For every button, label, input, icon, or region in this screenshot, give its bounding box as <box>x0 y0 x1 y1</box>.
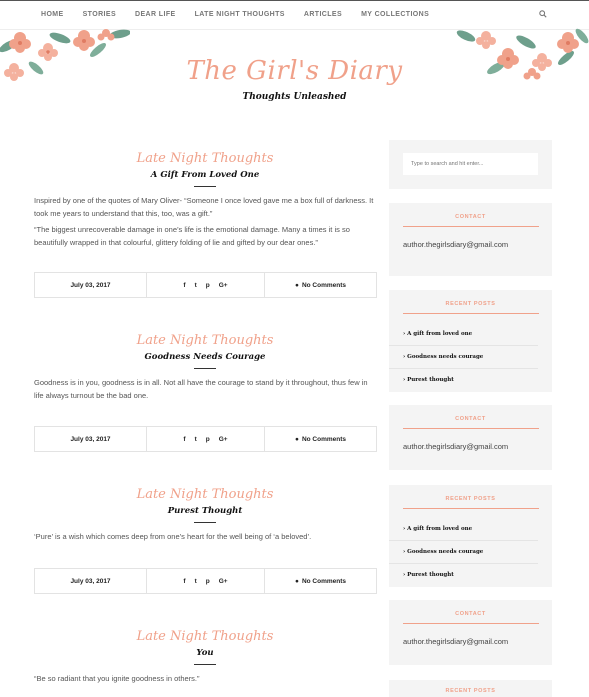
nav-item-dear-life[interactable]: DEAR LIFE <box>135 11 176 18</box>
twitter-icon[interactable]: t <box>195 578 197 585</box>
comment-icon: ● <box>295 577 299 585</box>
widget-divider <box>402 428 539 429</box>
comments-link[interactable]: ● No Comments <box>265 273 376 297</box>
contact-widget: CONTACT author.thegirlsdiary@gmail.com <box>389 600 552 665</box>
widget-title: CONTACT <box>455 611 486 617</box>
top-navigation: HOME STORIES DEAR LIFE LATE NIGHT THOUGH… <box>0 0 589 30</box>
facebook-icon[interactable]: f <box>183 282 185 289</box>
post: Late Night Thoughts Goodness Needs Coura… <box>34 333 376 406</box>
pinterest-icon[interactable]: p <box>206 578 210 585</box>
comment-icon: ● <box>295 435 299 443</box>
post-category[interactable]: Late Night Thoughts <box>34 629 376 644</box>
facebook-icon[interactable]: f <box>183 436 185 443</box>
post-paragraph: “Be so radiant that you ignite goodness … <box>34 674 200 683</box>
post-date: July 03, 2017 <box>35 427 147 451</box>
post-paragraph: Inspired by one of the quotes of Mary Ol… <box>34 196 374 218</box>
recent-post-link[interactable]: › A gift from loved one <box>389 323 538 346</box>
recent-posts-list: › A gift from loved one › Goodness needs… <box>389 518 552 586</box>
recent-post-link[interactable]: › A gift from loved one <box>389 518 538 541</box>
comments-count: No Comments <box>301 281 346 289</box>
recent-post-link[interactable]: › Goodness needs courage <box>389 346 538 369</box>
comments-count: No Comments <box>301 577 346 585</box>
post: Late Night Thoughts A Gift From Loved On… <box>34 151 376 253</box>
site-title[interactable]: The Girl's Diary <box>0 56 589 86</box>
comment-icon: ● <box>295 281 299 289</box>
post-paragraph: “The biggest unrecoverable damage in one… <box>34 225 350 247</box>
widget-divider <box>402 313 539 314</box>
google-plus-icon[interactable]: G+ <box>219 282 228 289</box>
post-title[interactable]: A Gift From Loved One <box>34 170 376 180</box>
post-excerpt: Inspired by one of the quotes of Mary Ol… <box>34 195 376 249</box>
share-buttons: f t p G+ <box>147 427 265 451</box>
post-title[interactable]: You <box>34 648 376 658</box>
comments-link[interactable]: ● No Comments <box>265 427 376 451</box>
recent-posts-list: › A gift from loved one › Goodness needs… <box>389 323 552 391</box>
post-meta-bar: July 03, 2017 f t p G+ ● No Comments <box>34 426 377 452</box>
comments-count: No Comments <box>301 435 346 443</box>
widget-title: RECENT POSTS <box>445 496 496 502</box>
recent-posts-widget: RECENT POSTS › A gift from loved one › G… <box>389 290 552 392</box>
nav-item-my-collections[interactable]: MY COLLECTIONS <box>361 11 429 18</box>
widget-title: RECENT POSTS <box>445 301 496 307</box>
post: Late Night Thoughts You “Be so radiant t… <box>34 629 376 690</box>
title-divider <box>194 522 216 523</box>
recent-post-link[interactable]: › Purest thought <box>389 369 538 391</box>
twitter-icon[interactable]: t <box>195 282 197 289</box>
pinterest-icon[interactable]: p <box>206 436 210 443</box>
post-excerpt: Goodness is in you, goodness is in all. … <box>34 377 376 402</box>
contact-email[interactable]: author.thegirlsdiary@gmail.com <box>389 442 552 451</box>
contact-widget: CONTACT author.thegirlsdiary@gmail.com <box>389 405 552 470</box>
nav-item-home[interactable]: HOME <box>41 11 64 18</box>
nav-item-late-night-thoughts[interactable]: LATE NIGHT THOUGHTS <box>195 11 285 18</box>
post: Late Night Thoughts Purest Thought ‘Pure… <box>34 487 376 548</box>
twitter-icon[interactable]: t <box>195 436 197 443</box>
post-category[interactable]: Late Night Thoughts <box>34 333 376 348</box>
contact-email[interactable]: author.thegirlsdiary@gmail.com <box>389 240 552 249</box>
search-icon[interactable] <box>539 10 547 18</box>
widget-title: RECENT POSTS <box>445 688 496 694</box>
widget-divider <box>402 508 539 509</box>
contact-email[interactable]: author.thegirlsdiary@gmail.com <box>389 637 552 646</box>
nav-menu: HOME STORIES DEAR LIFE LATE NIGHT THOUGH… <box>41 11 448 18</box>
google-plus-icon[interactable]: G+ <box>219 436 228 443</box>
site-tagline: Thoughts Unleashed <box>242 92 347 102</box>
post-category[interactable]: Late Night Thoughts <box>34 487 376 502</box>
post-category[interactable]: Late Night Thoughts <box>34 151 376 166</box>
search-widget <box>389 140 552 189</box>
pinterest-icon[interactable]: p <box>206 282 210 289</box>
facebook-icon[interactable]: f <box>183 578 185 585</box>
post-excerpt: ‘Pure’ is a wish which comes deep from o… <box>34 531 376 544</box>
recent-post-link[interactable]: › Purest thought <box>389 564 538 586</box>
widget-title: CONTACT <box>455 214 486 220</box>
recent-posts-widget: RECENT POSTS <box>389 680 552 697</box>
comments-link[interactable]: ● No Comments <box>265 569 376 593</box>
contact-widget: CONTACT author.thegirlsdiary@gmail.com <box>389 203 552 276</box>
nav-item-stories[interactable]: STORIES <box>83 11 116 18</box>
post-paragraph: Goodness is in you, goodness is in all. … <box>34 378 368 400</box>
share-buttons: f t p G+ <box>147 569 265 593</box>
title-divider <box>194 368 216 369</box>
post-meta-bar: July 03, 2017 f t p G+ ● No Comments <box>34 568 377 594</box>
widget-title: CONTACT <box>455 416 486 422</box>
search-input[interactable] <box>403 153 538 175</box>
post-title[interactable]: Goodness Needs Courage <box>34 352 376 362</box>
google-plus-icon[interactable]: G+ <box>219 578 228 585</box>
title-divider <box>194 664 216 665</box>
widget-divider <box>402 623 539 624</box>
post-paragraph: ‘Pure’ is a wish which comes deep from o… <box>34 532 312 541</box>
recent-posts-widget: RECENT POSTS › A gift from loved one › G… <box>389 485 552 587</box>
post-date: July 03, 2017 <box>35 569 147 593</box>
post-excerpt: “Be so radiant that you ignite goodness … <box>34 673 376 686</box>
post-meta-bar: July 03, 2017 f t p G+ ● No Comments <box>34 272 377 298</box>
nav-item-articles[interactable]: ARTICLES <box>304 11 342 18</box>
recent-post-link[interactable]: › Goodness needs courage <box>389 541 538 564</box>
title-divider <box>194 186 216 187</box>
share-buttons: f t p G+ <box>147 273 265 297</box>
widget-divider <box>402 226 539 227</box>
post-date: July 03, 2017 <box>35 273 147 297</box>
post-title[interactable]: Purest Thought <box>34 506 376 516</box>
